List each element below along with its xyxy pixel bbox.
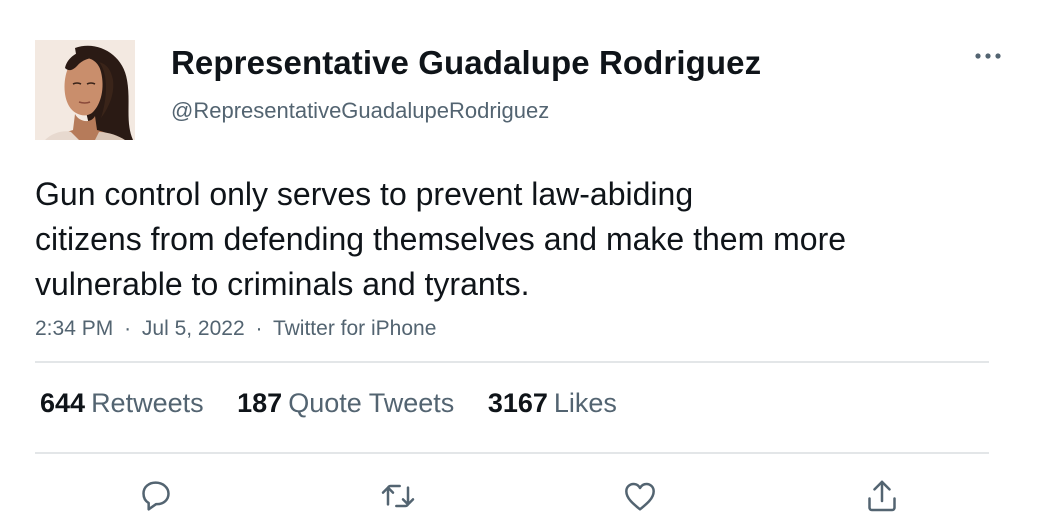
retweet-button[interactable] bbox=[376, 474, 420, 518]
tweet-metadata: 2:34 PM · Jul 5, 2022 · Twitter for iPho… bbox=[35, 317, 436, 341]
tweet-source[interactable]: Twitter for iPhone bbox=[273, 317, 436, 340]
more-horizontal-icon bbox=[975, 53, 1001, 59]
share-button[interactable] bbox=[860, 474, 904, 518]
reply-button[interactable] bbox=[134, 474, 178, 518]
divider bbox=[35, 452, 989, 454]
more-options-button[interactable] bbox=[972, 46, 1004, 66]
meta-separator: · bbox=[255, 317, 263, 340]
reply-icon bbox=[142, 481, 170, 511]
avatar-image bbox=[35, 40, 135, 140]
tweet-text-line: citizens from defending themselves and m… bbox=[35, 221, 847, 257]
divider bbox=[35, 361, 989, 363]
retweets-stat[interactable]: 644 Retweets bbox=[40, 388, 204, 419]
quote-tweets-stat[interactable]: 187 Quote Tweets bbox=[237, 388, 454, 419]
tweet-date[interactable]: Jul 5, 2022 bbox=[142, 317, 245, 340]
tweet-text-line: vulnerable to criminals and tyrants. bbox=[35, 266, 530, 302]
like-button[interactable] bbox=[618, 474, 662, 518]
tweet-text: Gun control only serves to prevent law-a… bbox=[35, 172, 995, 307]
share-icon bbox=[868, 480, 896, 512]
retweets-count: 644 bbox=[40, 388, 86, 418]
quote-tweets-count: 187 bbox=[237, 388, 283, 418]
retweet-icon bbox=[381, 484, 415, 508]
likes-label: Likes bbox=[553, 388, 617, 418]
tweet-card: Representative Guadalupe Rodriguez @Repr… bbox=[0, 0, 1050, 525]
user-handle[interactable]: @RepresentativeGuadalupeRodriguez bbox=[171, 98, 549, 124]
avatar[interactable] bbox=[35, 40, 135, 140]
retweets-label: Retweets bbox=[91, 388, 204, 418]
meta-separator: · bbox=[124, 317, 132, 340]
tweet-stats: 644 Retweets 187 Quote Tweets 3167 Likes bbox=[40, 388, 643, 419]
tweet-time[interactable]: 2:34 PM bbox=[35, 317, 113, 340]
display-name[interactable]: Representative Guadalupe Rodriguez bbox=[171, 44, 761, 82]
heart-icon bbox=[625, 482, 655, 511]
likes-stat[interactable]: 3167 Likes bbox=[488, 388, 617, 419]
quote-tweets-label: Quote Tweets bbox=[288, 388, 455, 418]
tweet-text-line: Gun control only serves to prevent law-a… bbox=[35, 176, 694, 212]
likes-count: 3167 bbox=[487, 388, 548, 418]
